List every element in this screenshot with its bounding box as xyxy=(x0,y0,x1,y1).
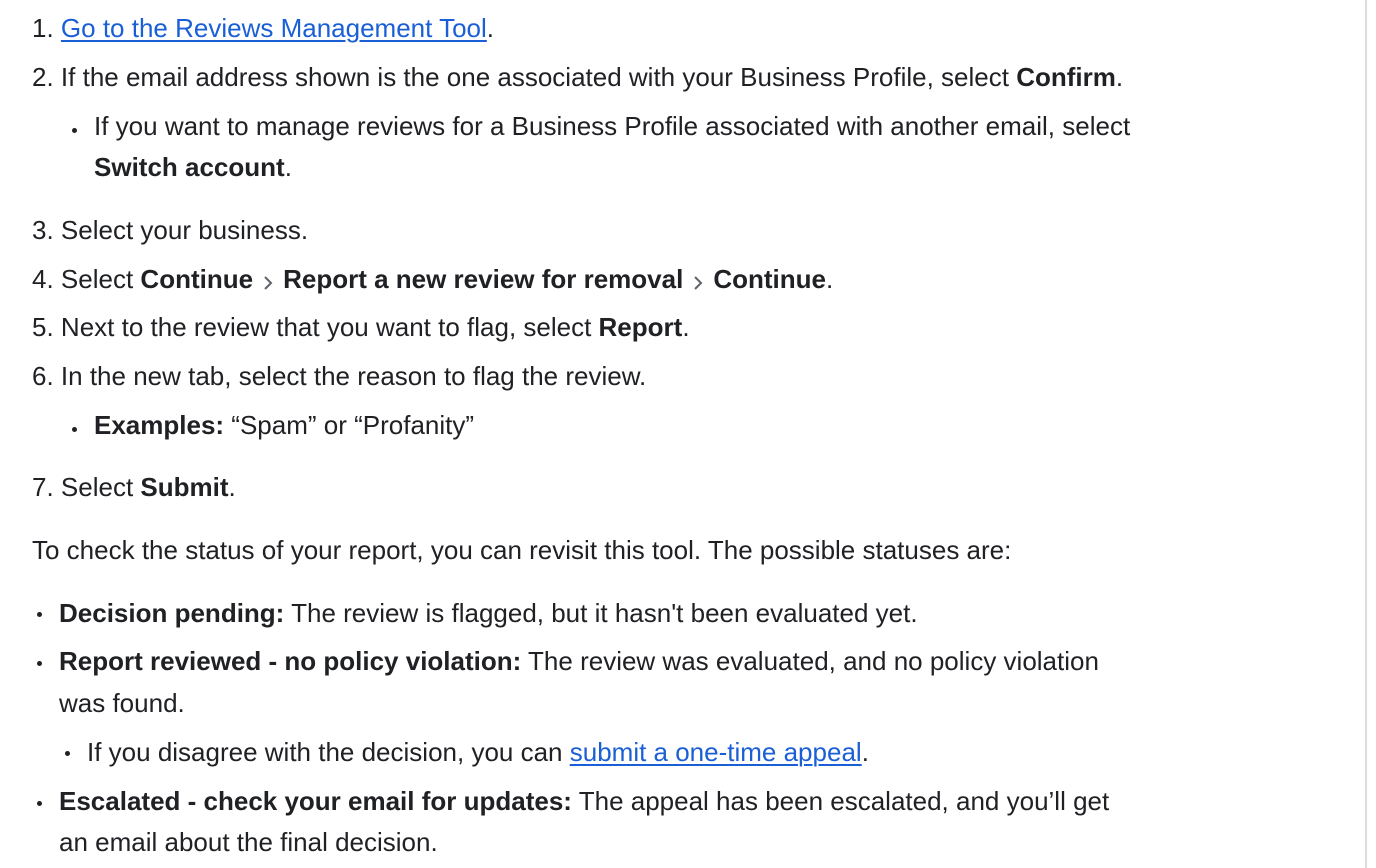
status-label: Escalated - check your email for updates… xyxy=(59,786,572,816)
status-decision-pending: Decision pending: The review is flagged,… xyxy=(59,596,918,630)
bullet-dot xyxy=(37,801,42,806)
step-number: 6. xyxy=(32,361,54,391)
appeal-punct: . xyxy=(861,737,869,767)
step-punct: . xyxy=(1115,62,1124,92)
help-article-content: 1. Go to the Reviews Management Tool. 2.… xyxy=(0,0,1365,868)
bullet-dot xyxy=(72,427,77,432)
confirm-label: Confirm xyxy=(1016,62,1116,92)
step-sub-text: If you want to manage reviews for a Busi… xyxy=(94,111,1131,141)
step-5: 5. Next to the review that you want to f… xyxy=(32,310,690,344)
report-label: Report xyxy=(598,312,683,342)
step-number: 5. xyxy=(32,312,54,342)
appeal-sub-item: If you disagree with the decision, you c… xyxy=(87,735,869,769)
step-7: 7. Select Submit. xyxy=(32,470,236,504)
status-report-reviewed-cont: was found. xyxy=(59,686,185,720)
step-punct: . xyxy=(228,472,236,502)
step-number: 1. xyxy=(32,13,54,43)
step-number: 7. xyxy=(32,472,54,502)
step-4: 4. Select Continue Report a new review fo… xyxy=(32,262,833,296)
report-new-review-label: Report a new review for removal xyxy=(283,264,684,294)
chevron-right-icon xyxy=(253,264,283,298)
step-2-sub-line-2: Switch account. xyxy=(94,150,292,184)
status-escalated: Escalated - check your email for updates… xyxy=(59,784,1109,818)
submit-label: Submit xyxy=(140,472,229,502)
scroll-divider xyxy=(1365,0,1367,868)
status-label: Report reviewed - no policy violation: xyxy=(59,646,522,676)
status-text: an email about the final decision. xyxy=(59,827,438,857)
switch-account-label: Switch account xyxy=(94,152,285,182)
step-punct: . xyxy=(682,312,690,342)
reviews-management-tool-link[interactable]: Go to the Reviews Management Tool xyxy=(61,13,487,43)
status-intro: To check the status of your report, you … xyxy=(32,533,1011,567)
status-text: The review was evaluated, and no policy … xyxy=(521,646,1099,676)
status-text: was found. xyxy=(59,688,185,718)
step-number: 4. xyxy=(32,264,54,294)
step-number: 2. xyxy=(32,62,54,92)
status-intro-text: To check the status of your report, you … xyxy=(32,535,1012,565)
step-punct: . xyxy=(825,264,834,294)
status-label: Decision pending: xyxy=(59,598,285,628)
step-number: 3. xyxy=(32,215,54,245)
status-report-reviewed: Report reviewed - no policy violation: T… xyxy=(59,644,1099,678)
step-3: 3. Select your business. xyxy=(32,213,308,247)
bullet-dot xyxy=(37,661,42,666)
step-punct: . xyxy=(284,152,292,182)
step-2-sub-line-1: If you want to manage reviews for a Busi… xyxy=(94,109,1130,143)
step-6-sub: Examples: “Spam” or “Profanity” xyxy=(94,408,474,442)
bullet-dot xyxy=(37,612,42,617)
appeal-text: If you disagree with the decision, you c… xyxy=(87,737,570,767)
step-1: 1. Go to the Reviews Management Tool. xyxy=(32,11,494,45)
examples-text: “Spam” or “Profanity” xyxy=(224,410,475,440)
step-text: Select your business. xyxy=(60,215,309,245)
bullet-dot xyxy=(72,128,77,133)
step-text: Select xyxy=(60,264,141,294)
chevron-right-icon xyxy=(683,264,713,298)
step-text: If the email address shown is the one as… xyxy=(60,62,1017,92)
status-escalated-cont: an email about the final decision. xyxy=(59,825,438,859)
status-text: The appeal has been escalated, and you’l… xyxy=(571,786,1110,816)
step-6: 6. In the new tab, select the reason to … xyxy=(32,359,646,393)
bullet-dot xyxy=(65,751,70,756)
step-2: 2. If the email address shown is the one… xyxy=(32,60,1123,94)
step-punct: . xyxy=(486,13,495,43)
examples-label: Examples: xyxy=(94,410,225,440)
continue-label: Continue xyxy=(140,264,254,294)
step-text: In the new tab, select the reason to fla… xyxy=(60,361,647,391)
step-text: Select xyxy=(60,472,141,502)
status-text: The review is flagged, but it hasn't bee… xyxy=(284,598,918,628)
submit-appeal-link[interactable]: submit a one-time appeal xyxy=(570,737,862,767)
continue-label: Continue xyxy=(713,264,826,294)
step-text: Next to the review that you want to flag… xyxy=(60,312,599,342)
